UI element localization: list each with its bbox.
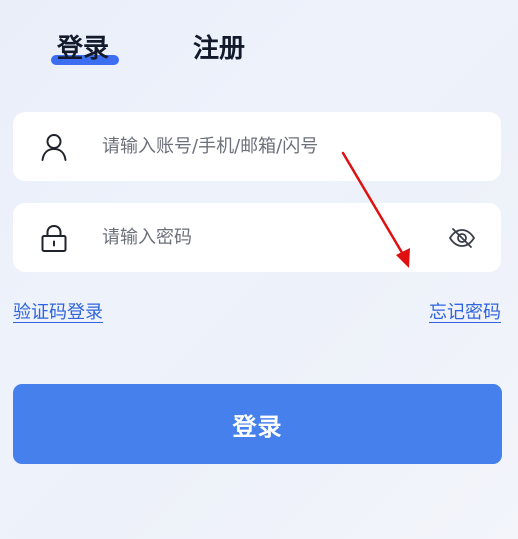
tab-login-label: 登录 <box>57 34 110 64</box>
forgot-password-link[interactable]: 忘记密码 <box>429 300 501 326</box>
password-input[interactable] <box>102 203 422 272</box>
account-input[interactable] <box>102 112 422 181</box>
user-icon <box>41 133 67 161</box>
auth-tabs: 登录 注册 <box>0 0 518 90</box>
sms-login-link[interactable]: 验证码登录 <box>13 300 103 326</box>
account-field <box>13 112 501 181</box>
tab-register-label: 注册 <box>193 34 246 64</box>
tab-register[interactable]: 注册 <box>193 30 245 68</box>
eye-slash-icon[interactable] <box>447 223 477 253</box>
login-button[interactable]: 登录 <box>13 384 502 464</box>
tab-login[interactable]: 登录 <box>51 30 119 68</box>
lock-icon <box>41 224 67 252</box>
password-field <box>13 203 501 272</box>
